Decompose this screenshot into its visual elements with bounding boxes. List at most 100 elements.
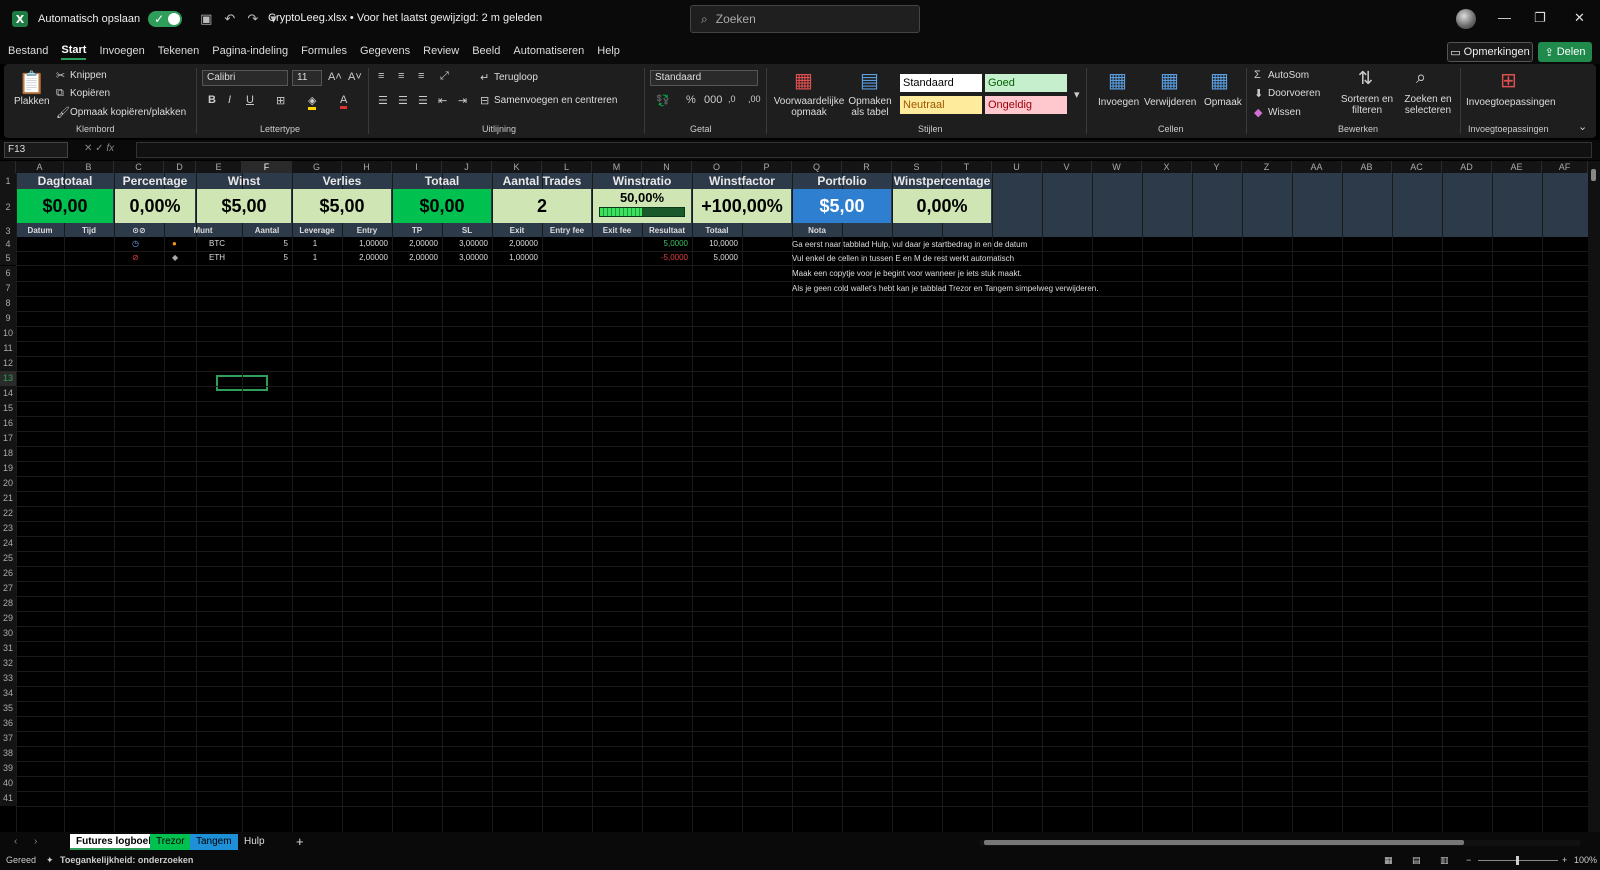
row-header[interactable]: 2	[0, 189, 16, 225]
sheet-tab[interactable]: Tangem	[190, 834, 238, 850]
row-header[interactable]: 33	[0, 671, 16, 686]
underline-icon[interactable]: U	[246, 94, 254, 106]
row-header[interactable]: 21	[0, 491, 16, 506]
font-name-select[interactable]: Calibri	[202, 70, 288, 86]
number-format-select[interactable]: Standaard	[650, 70, 758, 86]
sheet-tab[interactable]: Futures logboek	[70, 834, 160, 850]
style-cell-ongeldig[interactable]: Ongeldig	[985, 96, 1067, 114]
currency-icon[interactable]: 💱	[656, 94, 670, 107]
column-header[interactable]: W	[1092, 161, 1142, 173]
normal-view-icon[interactable]: ▦	[1384, 855, 1393, 866]
column-header[interactable]: F	[242, 161, 292, 173]
column-header[interactable]: H	[342, 161, 392, 173]
row-header[interactable]: 5	[0, 251, 16, 265]
restore-icon[interactable]: ❐	[1534, 10, 1546, 26]
font-size-select[interactable]: 11	[292, 70, 322, 86]
row-header[interactable]: 14	[0, 386, 16, 401]
cut-button[interactable]: Knippen	[70, 70, 107, 81]
add-sheet-icon[interactable]: +	[290, 834, 310, 850]
kpi-value[interactable]: +100,00%	[693, 189, 791, 223]
note-text[interactable]: Als je geen cold wallet's hebt kan je ta…	[792, 284, 1098, 293]
kpi-value[interactable]: $0,00	[17, 189, 113, 223]
select-all-corner[interactable]	[0, 161, 16, 173]
kpi-value[interactable]: $5,00	[293, 189, 391, 223]
kpi-value[interactable]: 0,00%	[893, 189, 991, 223]
row-header[interactable]: 11	[0, 341, 16, 356]
conditional-format-button[interactable]: Voorwaardelijke opmaak	[770, 96, 848, 118]
trade-leverage-cell[interactable]: 1	[292, 251, 338, 265]
style-cell-goed[interactable]: Goed	[985, 74, 1067, 92]
row-header[interactable]: 25	[0, 551, 16, 566]
row-header[interactable]: 29	[0, 611, 16, 626]
column-header[interactable]: X	[1142, 161, 1192, 173]
zoom-in-icon[interactable]: +	[1562, 855, 1567, 865]
column-header[interactable]: AD	[1442, 161, 1492, 173]
format-painter-button[interactable]: Opmaak kopiëren/plakken	[70, 107, 186, 118]
row-header[interactable]: 16	[0, 416, 16, 431]
tab-beeld[interactable]: Beeld	[472, 43, 500, 59]
column-header[interactable]: L	[542, 161, 592, 173]
column-header[interactable]: AF	[1542, 161, 1588, 173]
tab-review[interactable]: Review	[423, 43, 459, 59]
note-text[interactable]: Maak een copytje voor je begint voor wan…	[792, 269, 1022, 278]
column-header[interactable]: D	[164, 161, 196, 173]
row-header[interactable]: 3	[0, 225, 16, 237]
row-header[interactable]: 41	[0, 791, 16, 806]
increase-decimal-icon[interactable]: ,0	[728, 94, 736, 104]
column-header[interactable]: V	[1042, 161, 1092, 173]
tab-automatiseren[interactable]: Automatiseren	[513, 43, 584, 59]
trade-coin-cell[interactable]: BTC	[196, 237, 238, 251]
row-header[interactable]: 30	[0, 626, 16, 641]
trade-entry-cell[interactable]: 1,00000	[342, 237, 388, 251]
styles-more-icon[interactable]: ▾	[1074, 88, 1080, 101]
trade-tp-cell[interactable]: 2,00000	[392, 251, 438, 265]
column-header[interactable]: Y	[1192, 161, 1242, 173]
insert-cells-button[interactable]: Invoegen	[1098, 97, 1139, 108]
decrease-decimal-icon[interactable]: ,00	[748, 94, 761, 104]
trade-exit-cell[interactable]: 1,00000	[492, 251, 538, 265]
column-header[interactable]: AA	[1292, 161, 1342, 173]
scroll-thumb[interactable]	[984, 840, 1464, 845]
scroll-thumb[interactable]	[1591, 169, 1596, 181]
decrease-indent-icon[interactable]: ⇤	[438, 94, 447, 107]
trade-amount-cell[interactable]: 5	[242, 237, 288, 251]
align-center-icon[interactable]: ☰	[398, 94, 408, 107]
fill-button[interactable]: Doorvoeren	[1268, 88, 1320, 99]
trade-sl-cell[interactable]: 3,00000	[442, 251, 488, 265]
prev-sheet-icon[interactable]: ‹	[8, 834, 23, 850]
column-header[interactable]: G	[292, 161, 342, 173]
trade-sl-cell[interactable]: 3,00000	[442, 237, 488, 251]
paste-icon[interactable]: 📋	[18, 70, 45, 96]
shrink-font-icon[interactable]: A˅	[348, 71, 362, 83]
delete-cells-button[interactable]: Verwijderen	[1144, 97, 1196, 108]
clear-button[interactable]: Wissen	[1268, 107, 1301, 118]
column-header[interactable]: K	[492, 161, 542, 173]
row-header[interactable]: 17	[0, 431, 16, 446]
trade-tp-cell[interactable]: 2,00000	[392, 237, 438, 251]
autosave-toggle[interactable]: ✓	[148, 11, 183, 27]
fx-icon[interactable]: ✕ ✓ fx	[84, 143, 114, 154]
row-header[interactable]: 12	[0, 356, 16, 371]
align-middle-icon[interactable]: ≡	[398, 70, 404, 82]
trade-entry-cell[interactable]: 2,00000	[342, 251, 388, 265]
sheet-tab[interactable]: Trezor	[150, 834, 191, 850]
row-header[interactable]: 19	[0, 461, 16, 476]
format-as-table-button[interactable]: Opmaken als tabel	[846, 96, 894, 118]
row-header[interactable]: 18	[0, 446, 16, 461]
column-header[interactable]: S	[892, 161, 942, 173]
style-cell-standaard[interactable]: Standaard	[900, 74, 982, 92]
row-header[interactable]: 4	[0, 237, 16, 251]
column-header[interactable]: J	[442, 161, 492, 173]
borders-icon[interactable]: ⊞	[276, 94, 285, 107]
minimize-icon[interactable]: —	[1498, 10, 1511, 25]
column-header[interactable]: A	[16, 161, 64, 173]
avatar[interactable]	[1456, 9, 1476, 29]
row-header[interactable]: 36	[0, 716, 16, 731]
tab-tekenen[interactable]: Tekenen	[158, 43, 200, 59]
row-header[interactable]: 6	[0, 266, 16, 281]
find-select-button[interactable]: Zoeken en selecteren	[1400, 94, 1456, 116]
column-header[interactable]: AB	[1342, 161, 1392, 173]
autosum-button[interactable]: AutoSom	[1268, 70, 1309, 81]
column-header[interactable]: AC	[1392, 161, 1442, 173]
kpi-value[interactable]: 0,00%	[115, 189, 195, 223]
